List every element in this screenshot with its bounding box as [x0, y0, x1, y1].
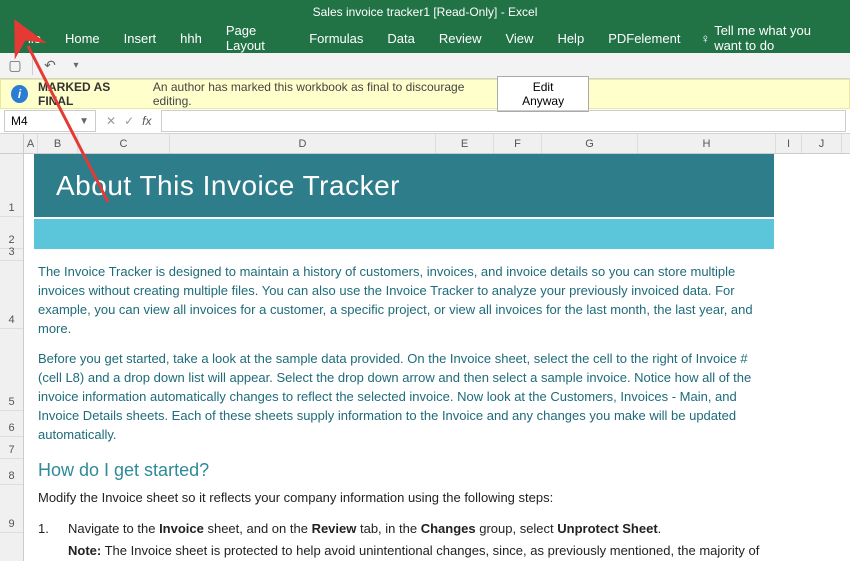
row-header[interactable]: 6 [0, 411, 23, 437]
tell-me-label: Tell me what you want to do [714, 23, 842, 53]
message-bar: i MARKED AS FINAL An author has marked t… [0, 79, 850, 109]
name-box-value: M4 [11, 114, 28, 128]
cancel-formula-icon[interactable]: ✕ [106, 114, 116, 128]
save-icon[interactable]: ▢ [6, 57, 24, 75]
col-header[interactable]: F [494, 134, 542, 153]
modify-instruction: Modify the Invoice sheet so it reflects … [38, 489, 770, 508]
column-headers: A B C D E F G H I J [24, 134, 850, 154]
sheet-content[interactable]: About This Invoice Tracker The Invoice T… [24, 154, 850, 561]
row-header[interactable]: 5 [0, 329, 23, 411]
how-start-heading: How do I get started? [38, 457, 770, 483]
window-title: Sales invoice tracker1 [Read-Only] - Exc… [313, 5, 538, 19]
chevron-down-icon: ▼ [79, 116, 89, 127]
row-header[interactable]: 3 [0, 249, 23, 261]
undo-icon[interactable]: ↶ [41, 57, 59, 75]
body-content: The Invoice Tracker is designed to maint… [24, 249, 850, 561]
step-1: 1. Navigate to the Invoice sheet, and on… [38, 520, 770, 539]
lightbulb-icon: ♀ [700, 31, 710, 46]
step-text: Navigate to the Invoice sheet, and on th… [68, 520, 770, 539]
marked-final-desc: An author has marked this workbook as fi… [153, 80, 487, 108]
row-headers: 1 2 3 4 5 6 7 8 9 [0, 134, 24, 561]
info-icon: i [11, 85, 28, 103]
tab-help[interactable]: Help [545, 23, 596, 53]
row-header[interactable]: 8 [0, 459, 23, 485]
step-note: Note: The Invoice sheet is protected to … [38, 542, 770, 561]
intro-paragraph-1: The Invoice Tracker is designed to maint… [38, 263, 770, 338]
intro-paragraph-2: Before you get started, take a look at t… [38, 350, 770, 444]
tab-view[interactable]: View [493, 23, 545, 53]
tab-formulas[interactable]: Formulas [297, 23, 375, 53]
note-text: Note: The Invoice sheet is protected to … [68, 542, 770, 561]
row-header[interactable]: 7 [0, 437, 23, 459]
edit-anyway-button[interactable]: Edit Anyway [497, 76, 589, 112]
accent-bar [34, 219, 774, 249]
select-all-corner[interactable] [0, 134, 23, 154]
row-header[interactable]: 9 [0, 485, 23, 533]
tab-hhh[interactable]: hhh [168, 23, 214, 53]
ribbon-tabs: File Home Insert hhh Page Layout Formula… [0, 23, 850, 53]
step-number: 1. [38, 520, 56, 539]
row-header[interactable]: 1 [0, 154, 23, 217]
enter-formula-icon[interactable]: ✓ [124, 114, 134, 128]
col-header[interactable]: H [638, 134, 776, 153]
tab-review[interactable]: Review [427, 23, 494, 53]
formula-bar: M4 ▼ ✕ ✓ fx [0, 109, 850, 134]
col-header[interactable]: G [542, 134, 638, 153]
col-header[interactable]: J [802, 134, 842, 153]
col-header[interactable]: B [38, 134, 78, 153]
separator [32, 57, 33, 75]
customize-qat-icon[interactable]: ▾ [67, 57, 85, 75]
title-bar: Sales invoice tracker1 [Read-Only] - Exc… [0, 0, 850, 23]
formula-input[interactable] [161, 110, 846, 132]
tab-home[interactable]: Home [53, 23, 112, 53]
tab-page-layout[interactable]: Page Layout [214, 23, 297, 53]
col-header[interactable]: E [436, 134, 494, 153]
row-header[interactable]: 2 [0, 217, 23, 249]
title-banner: About This Invoice Tracker [34, 154, 774, 217]
tab-insert[interactable]: Insert [112, 23, 169, 53]
col-header[interactable]: D [170, 134, 436, 153]
worksheet-grid: 1 2 3 4 5 6 7 8 9 A B C D E F G H I J Ab… [0, 134, 850, 561]
tab-file[interactable]: File [8, 23, 53, 53]
row-header[interactable]: 4 [0, 261, 23, 329]
col-header[interactable]: C [78, 134, 170, 153]
quick-access-toolbar: ▢ ↶ ▾ [0, 53, 850, 79]
marked-final-label: MARKED AS FINAL [38, 80, 143, 108]
tab-pdfelement[interactable]: PDFelement [596, 23, 692, 53]
col-header[interactable]: I [776, 134, 802, 153]
fx-icon[interactable]: fx [142, 114, 151, 128]
tab-data[interactable]: Data [375, 23, 426, 53]
name-box[interactable]: M4 ▼ [4, 110, 96, 132]
col-header[interactable]: A [24, 134, 38, 153]
tell-me-search[interactable]: ♀ Tell me what you want to do [700, 23, 842, 53]
